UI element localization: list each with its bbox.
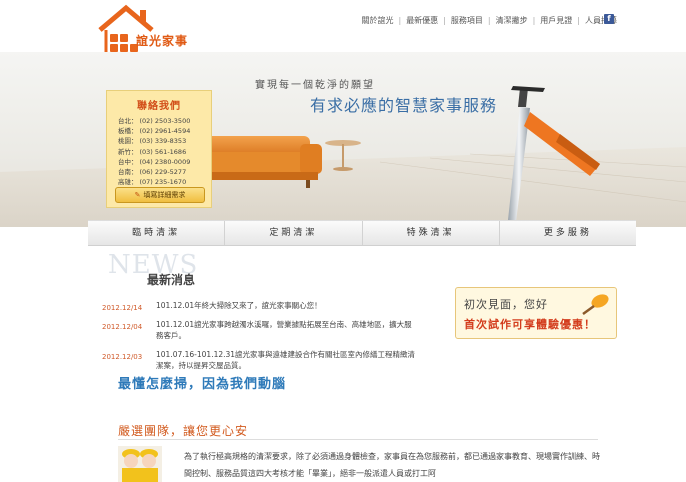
fill-request-label: 填寫詳細需求 (143, 191, 186, 199)
contact-phone: (02) 2503-3500 (139, 117, 191, 125)
promo-line1: 初次見面，您好 (464, 298, 548, 311)
contact-city: 台中： (118, 157, 138, 166)
contact-row: 台北： (02) 2503-3500 (117, 116, 191, 126)
menu-item[interactable]: 特殊清潔 (363, 221, 500, 245)
divider (118, 439, 598, 440)
contact-city: 台南： (118, 168, 138, 177)
contact-row: 高雄： (07) 235-1670 (117, 177, 191, 187)
team-description: 為了執行極高規格的清潔要求，除了必須通過身體檢查，家事員在為您服務前，都已通過家… (184, 452, 600, 478)
brand-name: 誼光家事 (136, 34, 189, 48)
contact-city: 桃園： (118, 137, 138, 146)
team-title: 嚴選團隊，讓您更心安 (118, 424, 249, 438)
contact-row: 桃園： (03) 339-8353 (117, 136, 191, 146)
contact-phone: (06) 229-5277 (139, 168, 187, 177)
contact-row: 新竹： (03) 561-1686 (117, 147, 191, 157)
menu-item[interactable]: 更多服務 (500, 221, 636, 245)
menu-item[interactable]: 定期清潔 (225, 221, 363, 245)
contact-city: 板橋： (118, 127, 138, 136)
contact-phone: (07) 235-1670 (139, 178, 187, 187)
menu-item[interactable]: 臨時清潔 (88, 221, 226, 245)
hero-slogan-large: 有求必應的智慧家事服務 (310, 96, 498, 115)
contact-row: 台中： (04) 2380-0009 (117, 157, 191, 167)
news-date: 2012.12/14 (102, 304, 143, 312)
contact-phone: (03) 339-8353 (139, 137, 187, 146)
top-nav-item[interactable]: 關於誼光 (356, 15, 398, 26)
contact-city: 新竹： (118, 147, 138, 156)
contact-city: 高雄： (118, 178, 138, 187)
top-nav-item[interactable]: 服務項目 (446, 15, 488, 26)
facebook-icon[interactable]: f (604, 14, 614, 24)
contact-phone: (03) 561-1686 (139, 147, 187, 156)
top-nav: 關於誼光 | 最新優惠 | 服務項目 | 清潔撇步 | 用戶見證 | 人員招募 (356, 15, 622, 26)
contact-row: 台南： (06) 229-5277 (117, 167, 191, 177)
news-date: 2012.12/04 (102, 323, 143, 331)
site-logo[interactable]: 誼光家事 (96, 4, 196, 56)
top-nav-item[interactable]: 用戶見證 (535, 15, 577, 26)
news-text[interactable]: 101.07.16-101.12.31誼光家事與遠雄建設合作有關社區室內修繕工程… (156, 349, 418, 371)
contact-row: 板橋： (02) 2961-4594 (117, 126, 191, 136)
fill-request-button[interactable]: ✎ 填寫詳細需求 (115, 187, 205, 203)
team-photo (118, 446, 162, 482)
news-title: 最新消息 (147, 273, 196, 287)
feather-duster-icon (582, 294, 609, 316)
motto-heading: 最懂怎麼掃，因為我們動腦 (118, 377, 287, 392)
contact-phone-table: 台北： (02) 2503-3500 板橋： (02) 2961-4594 桃園： (03… (117, 116, 191, 187)
news-text[interactable]: 101.12.01誼光家事跨越濁水溪囉，營業據點拓展至台南、高雄地區，擴大服務客… (156, 319, 418, 341)
contact-phone: (04) 2380-0009 (139, 157, 191, 166)
contact-title: 聯絡我們 (137, 101, 181, 112)
main-menu-bar: 臨時清潔 定期清潔 特殊清潔 更多服務 (88, 220, 636, 246)
pencil-icon: ✎ (134, 191, 141, 199)
contact-card: 聯絡我們 台北： (02) 2503-3500 板橋： (02) 2961-4594 桃… (106, 90, 212, 208)
contact-city: 台北： (118, 117, 138, 125)
first-trial-promo[interactable]: 初次見面，您好 首次試作可享體驗優惠！ (455, 287, 617, 339)
contact-phone: (02) 2961-4594 (139, 127, 191, 136)
news-date: 2012.12/03 (102, 353, 143, 361)
top-nav-item[interactable]: 清潔撇步 (491, 15, 533, 26)
news-text[interactable]: 101.12.01年終大掃除又來了，誼光家事關心您！ (156, 300, 418, 311)
hero-slogan-small: 實現每一個乾淨的願望 (255, 80, 375, 91)
top-nav-item[interactable]: 最新優惠 (401, 15, 443, 26)
promo-line2: 首次試作可享體驗優惠！ (464, 318, 596, 331)
top-nav-item[interactable]: 人員招募 (580, 15, 622, 26)
